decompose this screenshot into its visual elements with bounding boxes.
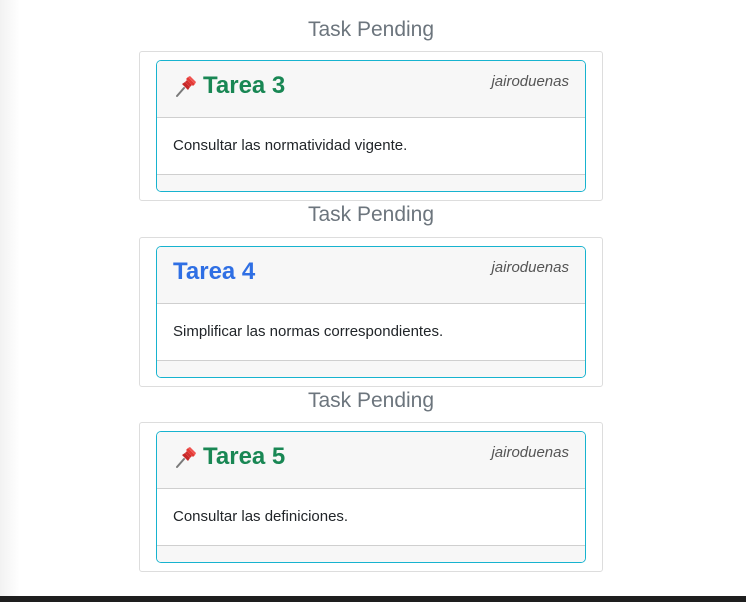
task-title: Tarea 5 [173,442,285,472]
task-container: Tarea 4 jairoduenas Simplificar las norm… [139,237,603,387]
task-author: jairoduenas [491,259,569,276]
task-section: Task Pending Ta [139,387,603,572]
task-section: Task Pending Tarea 4 jairoduenas Simplif… [139,201,603,387]
task-description: Simplificar las normas correspondientes. [157,304,585,361]
task-description: Consultar las normatividad vigente. [157,118,585,175]
task-author: jairoduenas [491,444,569,461]
card-footer [157,175,585,191]
card-header: Tarea 5 jairoduenas [157,432,585,489]
task-description: Consultar las definiciones. [157,489,585,546]
task-container: Tarea 5 jairoduenas Consultar las defini… [139,422,603,572]
task-container: Tarea 3 jairoduenas Consultar las normat… [139,51,603,201]
task-title: Tarea 3 [173,71,285,101]
task-title-text: Tarea 3 [203,72,286,99]
pushpin-icon [173,73,199,99]
card-header: Tarea 4 jairoduenas [157,247,585,304]
task-author: jairoduenas [491,73,569,90]
task-card[interactable]: Tarea 4 jairoduenas Simplificar las norm… [156,246,586,378]
section-title: Task Pending [307,389,435,412]
task-card[interactable]: Tarea 3 jairoduenas Consultar las normat… [156,60,586,192]
left-shadow [0,0,20,596]
task-title: Tarea 4 [173,257,255,287]
task-section: Task Pending Ta [139,16,603,201]
task-card[interactable]: Tarea 5 jairoduenas Consultar las defini… [156,431,586,563]
card-footer [157,361,585,377]
section-title: Task Pending [307,203,435,226]
task-title-text: Tarea 4 [173,258,256,285]
section-title: Task Pending [307,18,435,41]
pushpin-icon [173,444,199,470]
card-footer [157,546,585,562]
page: Task Pending Tarea 3 jairoduenas Consult… [0,0,746,602]
bottom-bar [0,596,746,602]
card-header: Tarea 3 jairoduenas [157,61,585,118]
task-title-text: Tarea 5 [203,443,286,470]
